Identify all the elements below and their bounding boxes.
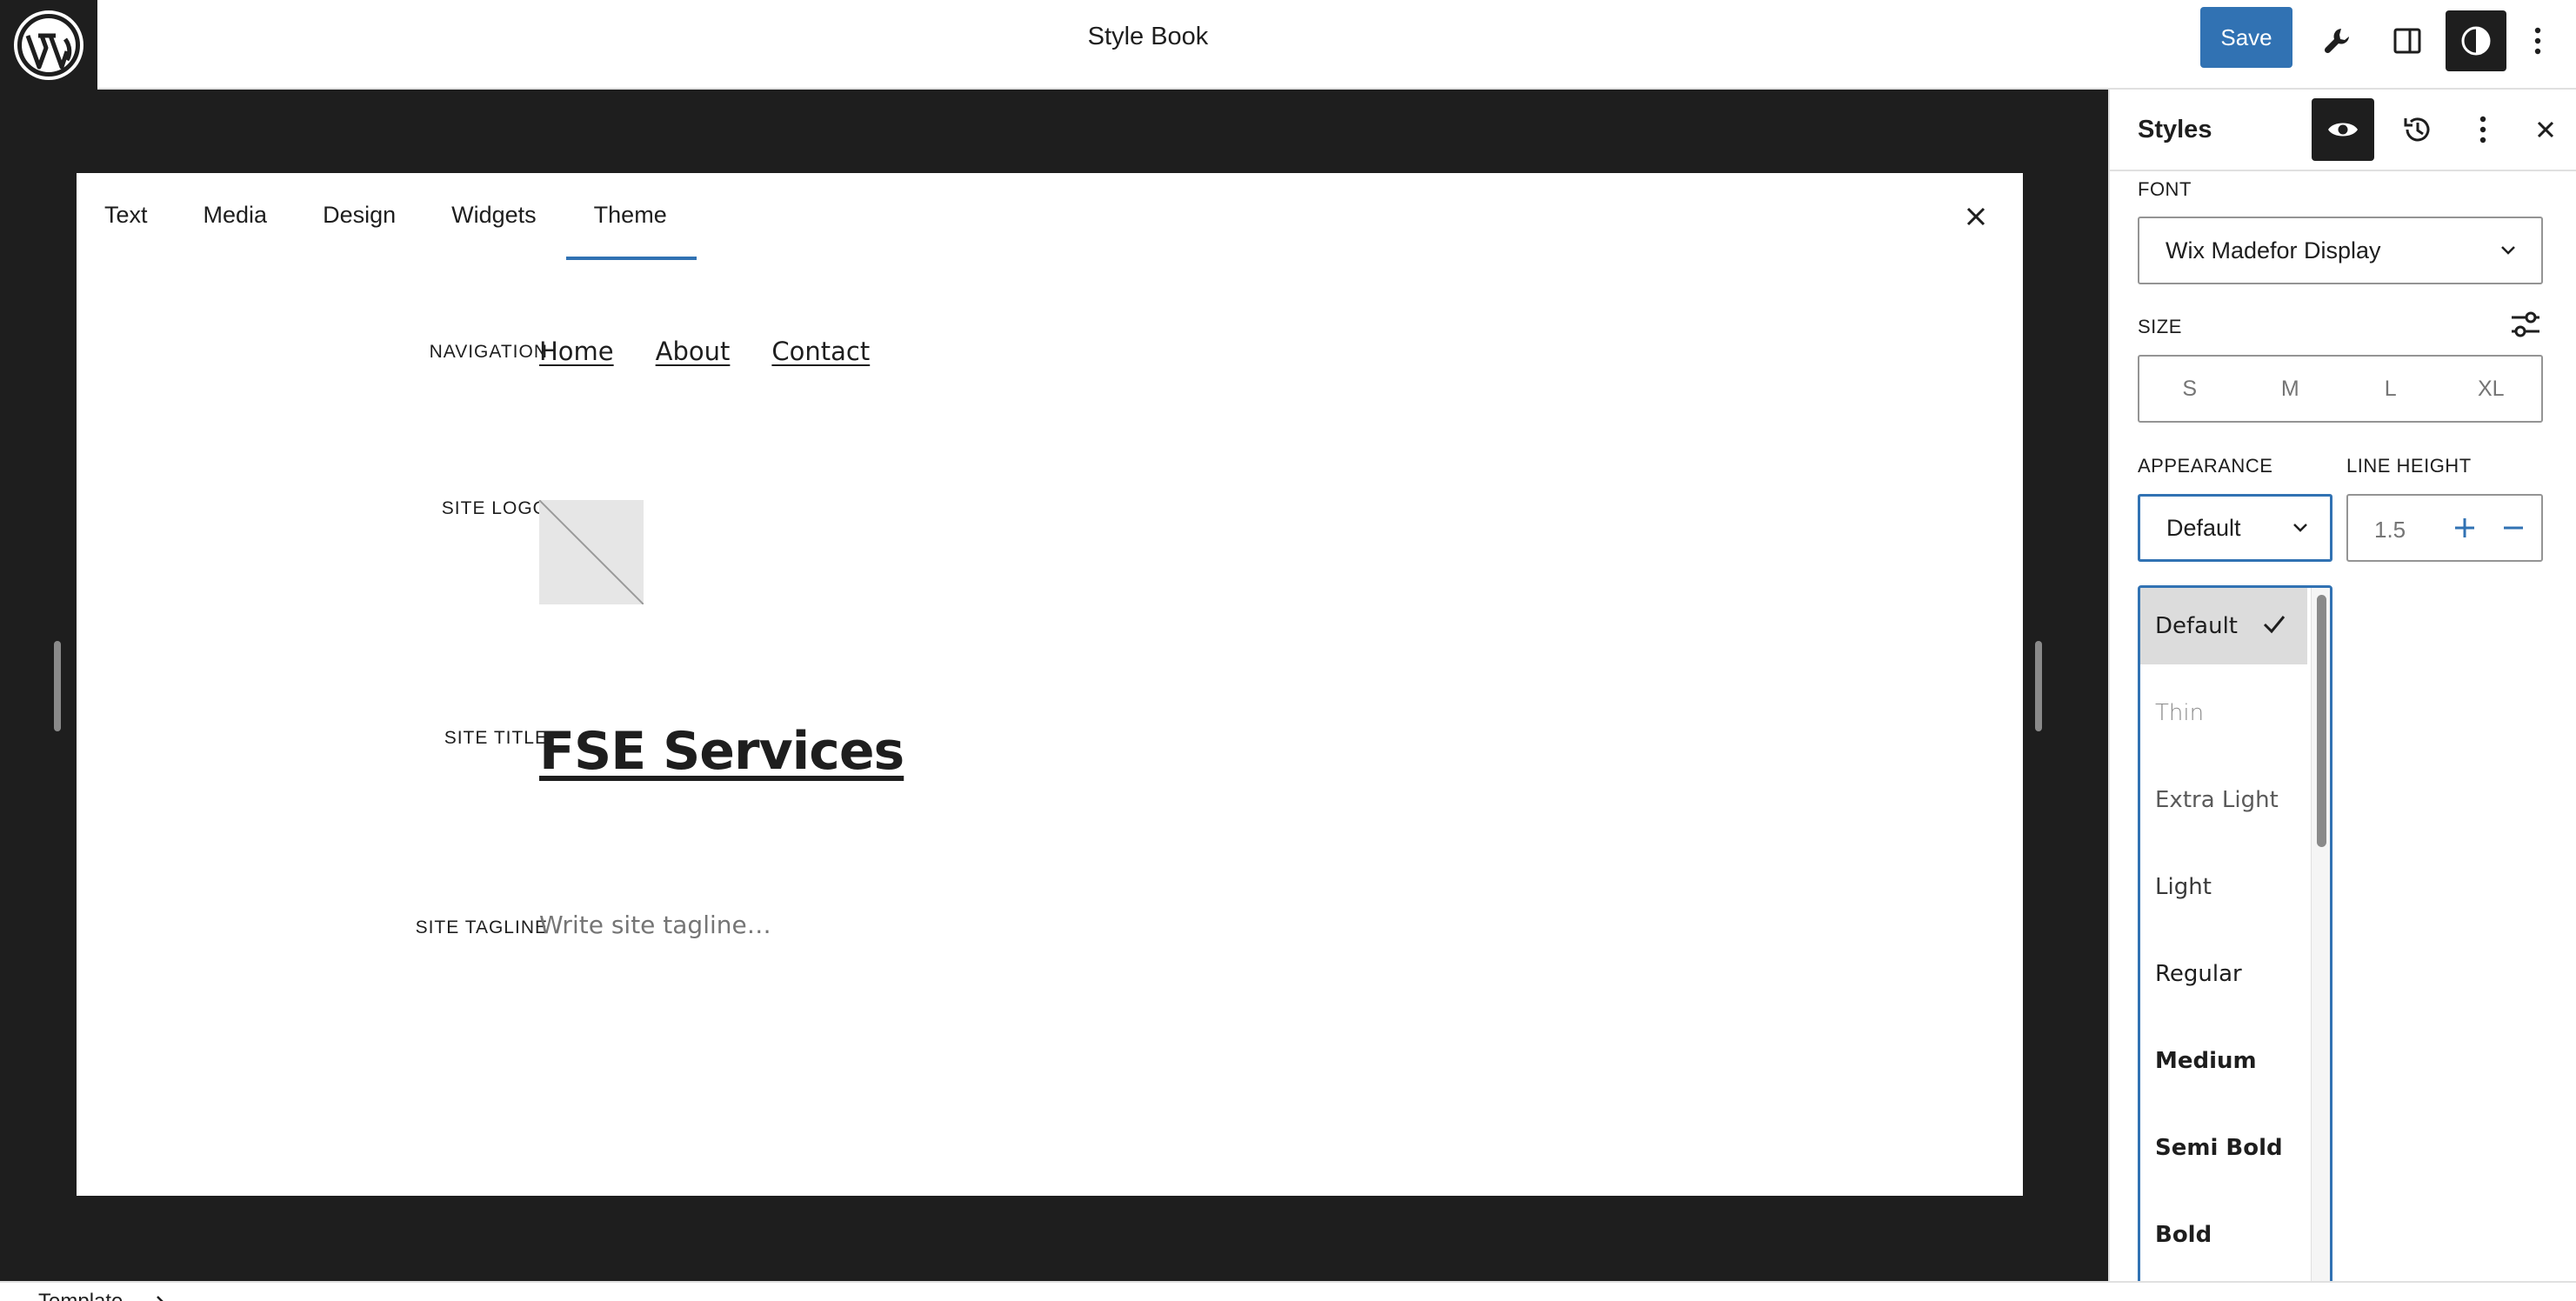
plus-icon	[2455, 518, 2474, 537]
size-label: SIZE	[2138, 316, 2182, 337]
sidebar-header: Styles	[2110, 90, 2576, 171]
appearance-option-light[interactable]: Light	[2140, 849, 2307, 925]
font-size-toggle-group: S M L XL	[2138, 355, 2543, 423]
option-label: Semi Bold	[2155, 1135, 2283, 1161]
appearance-option-default[interactable]: Default	[2140, 588, 2307, 664]
contrast-icon	[2461, 26, 2491, 56]
size-option-l[interactable]: L	[2340, 357, 2441, 421]
site-title-label: SITE TITLE	[444, 728, 548, 748]
chevron-right-icon	[157, 1296, 164, 1301]
minus-icon	[2504, 526, 2523, 530]
line-height-decrement-button[interactable]	[2498, 512, 2529, 544]
option-label: Bold	[2155, 1222, 2212, 1248]
placeholder-icon	[539, 500, 644, 604]
sidebar-options-button[interactable]	[2461, 98, 2505, 161]
styles-button[interactable]	[2446, 10, 2506, 71]
settings-sidebar-button[interactable]	[2377, 10, 2438, 71]
appearance-option-semi-bold[interactable]: Semi Bold	[2140, 1110, 2307, 1186]
close-icon	[1966, 207, 1985, 226]
site-tagline-label: SITE TAGLINE	[415, 917, 548, 937]
chevron-down-icon	[2293, 524, 2307, 532]
site-logo-label: SITE LOGO	[441, 498, 548, 518]
editor-header: Style Book Save	[0, 0, 2576, 90]
option-label: Extra Light	[2155, 787, 2279, 813]
revisions-button[interactable]	[2386, 98, 2449, 161]
size-option-m[interactable]: M	[2240, 357, 2341, 421]
custom-size-button[interactable]	[2508, 307, 2543, 342]
appearance-select[interactable]: Default	[2138, 494, 2332, 562]
appearance-option-extra-light[interactable]: Extra Light	[2140, 762, 2307, 838]
save-button[interactable]: Save	[2200, 7, 2292, 68]
checkmark-icon	[2263, 616, 2286, 634]
tab-media[interactable]: Media	[176, 173, 296, 260]
right-resize-handle[interactable]	[2035, 641, 2042, 731]
appearance-option-thin[interactable]: Thin	[2140, 675, 2307, 751]
style-book-toggle-button[interactable]	[2312, 98, 2374, 161]
tab-theme[interactable]: Theme	[565, 173, 697, 260]
nav-link-about[interactable]: About	[656, 337, 731, 366]
tools-button[interactable]	[2306, 10, 2367, 71]
dropdown-scrollbar-thumb[interactable]	[2317, 595, 2326, 847]
appearance-option-medium[interactable]: Medium	[2140, 1023, 2307, 1099]
style-book-tabs: Text Media Design Widgets Theme	[77, 173, 697, 260]
editor-canvas: Text Media Design Widgets Theme NAVIGATI…	[0, 90, 2108, 1281]
site-logo-placeholder[interactable]	[539, 500, 644, 604]
option-label: Light	[2155, 874, 2212, 900]
style-book-panel: Text Media Design Widgets Theme NAVIGATI…	[77, 173, 2023, 1196]
line-height-increment-button[interactable]	[2449, 512, 2480, 544]
sidebar-title: Styles	[2138, 116, 2212, 143]
line-height-input[interactable]: 1.5	[2346, 494, 2543, 562]
document-title[interactable]: Style Book	[0, 23, 2296, 51]
line-height-label: LINE HEIGHT	[2346, 455, 2472, 477]
size-option-xl[interactable]: XL	[2441, 357, 2542, 421]
tab-text[interactable]: Text	[77, 173, 176, 260]
option-label: Regular	[2155, 961, 2242, 987]
appearance-option-regular[interactable]: Regular	[2140, 936, 2307, 1012]
close-icon	[2537, 121, 2554, 138]
close-sidebar-button[interactable]	[2522, 98, 2569, 161]
appearance-option-bold[interactable]: Bold	[2140, 1197, 2307, 1273]
kebab-menu-icon	[2479, 116, 2486, 143]
chevron-down-icon	[2501, 246, 2515, 255]
nav-link-contact[interactable]: Contact	[771, 337, 870, 366]
size-option-s[interactable]: S	[2139, 357, 2240, 421]
wrench-icon	[2324, 29, 2349, 54]
left-resize-handle[interactable]	[54, 641, 61, 731]
site-tagline-placeholder[interactable]: Write site tagline…	[539, 911, 771, 939]
breadcrumb-template[interactable]: Template	[38, 1290, 123, 1301]
appearance-label: APPEARANCE	[2138, 455, 2273, 477]
option-label: Medium	[2155, 1048, 2257, 1074]
history-icon	[2404, 117, 2430, 142]
styles-sidebar: Styles FONT Wix Madefor Display SIZE S M…	[2108, 90, 2576, 1281]
navigation-block: Home About Contact	[539, 337, 870, 366]
options-button[interactable]	[2516, 10, 2559, 71]
option-label: Default	[2155, 613, 2238, 639]
tab-design[interactable]: Design	[295, 173, 424, 260]
appearance-value: Default	[2166, 514, 2241, 541]
font-family-select[interactable]: Wix Madefor Display	[2138, 217, 2543, 284]
sidebar-icon	[2393, 28, 2421, 54]
editor-footer: Template	[0, 1281, 2576, 1301]
close-style-book-button[interactable]	[1959, 199, 1993, 234]
site-title[interactable]: FSE Services	[539, 721, 904, 782]
appearance-dropdown-list[interactable]: Default Thin Extra Light Light Regular M…	[2138, 585, 2332, 1281]
tab-widgets[interactable]: Widgets	[424, 173, 564, 260]
option-label: Thin	[2155, 700, 2205, 726]
font-family-value: Wix Madefor Display	[2166, 237, 2381, 264]
nav-link-home[interactable]: Home	[539, 337, 614, 366]
line-height-value: 1.5	[2374, 517, 2406, 543]
navigation-label: NAVIGATION	[429, 342, 548, 362]
eye-icon	[2328, 123, 2358, 137]
sliders-icon	[2512, 311, 2539, 337]
kebab-menu-icon	[2534, 27, 2541, 55]
font-label: FONT	[2138, 178, 2192, 200]
